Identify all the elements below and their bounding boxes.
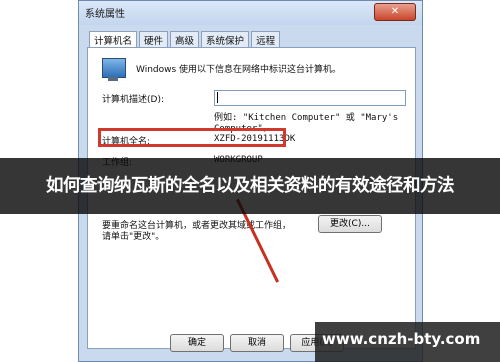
- text-caret: [217, 92, 218, 103]
- title-bar[interactable]: 系统属性 ✕: [79, 1, 422, 25]
- intro-text: Windows 使用以下信息在网络中标识这台计算机。: [136, 65, 342, 75]
- tab-hardware[interactable]: 硬件: [139, 31, 169, 48]
- caption-text: 如何查询纳瓦斯的全名以及相关资料的有效途径和方法: [46, 176, 455, 196]
- screenshot-root: 系统属性 ✕ 计算机名 硬件 高级 系统保护 远程 Windows 使用以下信息…: [0, 0, 500, 362]
- tab-computer-name[interactable]: 计算机名: [89, 31, 138, 48]
- computer-icon-base: [108, 77, 118, 81]
- rename-text-line2: 请单击"更改"。: [102, 232, 165, 242]
- tab-strip: 计算机名 硬件 高级 系统保护 远程: [89, 31, 282, 48]
- description-input[interactable]: [214, 90, 406, 106]
- description-label: 计算机描述(D):: [102, 95, 164, 105]
- close-button[interactable]: ✕: [374, 3, 416, 21]
- tab-advanced[interactable]: 高级: [170, 31, 200, 48]
- ok-button[interactable]: 确定: [170, 334, 224, 352]
- tab-system-protection[interactable]: 系统保护: [201, 31, 250, 48]
- watermark-text: www.cnzh-bty.com: [322, 330, 481, 348]
- highlight-box: [98, 128, 286, 147]
- cancel-button[interactable]: 取消: [230, 334, 284, 352]
- window-title: 系统属性: [85, 9, 125, 20]
- change-button[interactable]: 更改(C)...: [318, 215, 382, 233]
- computer-icon: [102, 58, 126, 78]
- close-icon: ✕: [390, 6, 400, 17]
- tab-remote[interactable]: 远程: [251, 31, 281, 48]
